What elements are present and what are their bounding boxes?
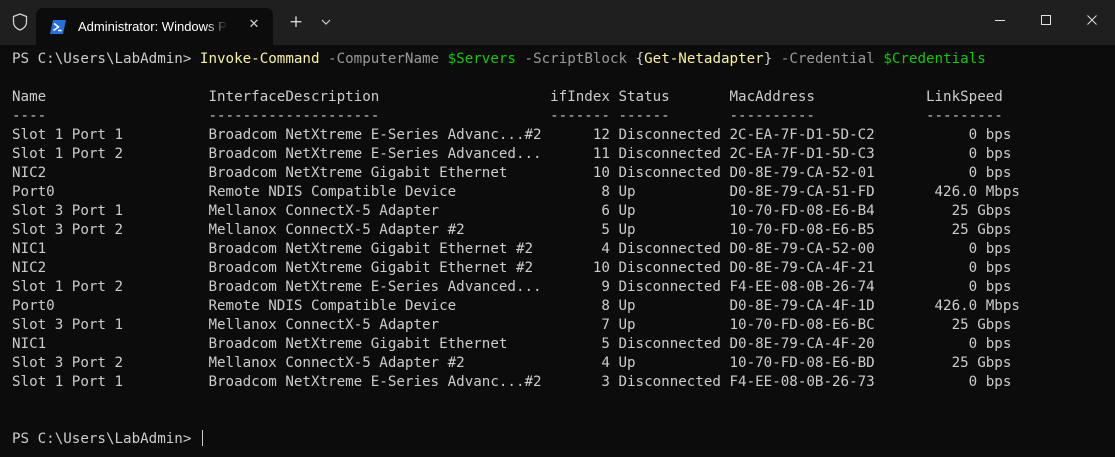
prompt: PS C:\Users\LabAdmin> bbox=[12, 51, 200, 67]
powershell-icon bbox=[50, 19, 66, 34]
close-window-button[interactable] bbox=[1069, 0, 1115, 40]
table-row: Slot 1 Port 2 Broadcom NetXtreme E-Serie… bbox=[12, 146, 1012, 162]
table-row: Port0 Remote NDIS Compatible Device 8 Up… bbox=[12, 298, 1020, 314]
table-separator: ---- -------------------- ------- ------… bbox=[12, 108, 1003, 124]
table-row: NIC2 Broadcom NetXtreme Gigabit Ethernet… bbox=[12, 165, 1012, 181]
cmdlet: Invoke-Command bbox=[199, 51, 320, 67]
tab-powershell[interactable]: Administrator: Windows PowerShell ✕ bbox=[36, 8, 273, 45]
tab-title: Administrator: Windows PowerShell bbox=[78, 19, 228, 34]
final-prompt-line[interactable]: PS C:\Users\LabAdmin> bbox=[12, 430, 1115, 449]
brace: } bbox=[763, 51, 773, 67]
parameter: -ScriptBlock bbox=[515, 51, 636, 67]
table-row: Port0 Remote NDIS Compatible Device 8 Up… bbox=[12, 184, 1020, 200]
title-bar[interactable]: Administrator: Windows PowerShell ✕ + bbox=[0, 0, 1115, 45]
terminal-window: Administrator: Windows PowerShell ✕ + PS… bbox=[0, 0, 1115, 457]
text-cursor bbox=[201, 430, 203, 446]
table-row: Slot 3 Port 1 Mellanox ConnectX-5 Adapte… bbox=[12, 203, 1012, 219]
brace: { bbox=[635, 51, 645, 67]
table-row: NIC1 Broadcom NetXtreme Gigabit Ethernet… bbox=[12, 241, 1012, 257]
table-header: Name InterfaceDescription ifIndex Status… bbox=[12, 89, 1003, 105]
chevron-down-icon[interactable] bbox=[316, 12, 336, 32]
maximize-button[interactable] bbox=[1023, 0, 1069, 40]
shield-icon bbox=[12, 13, 28, 31]
prompt: PS C:\Users\LabAdmin> bbox=[12, 431, 200, 447]
table-row: Slot 1 Port 1 Broadcom NetXtreme E-Serie… bbox=[12, 127, 1012, 143]
terminal-output[interactable]: PS C:\Users\LabAdmin> Invoke-Command -Co… bbox=[0, 45, 1115, 457]
table-row: Slot 1 Port 2 Broadcom NetXtreme E-Serie… bbox=[12, 279, 1012, 295]
maximize-icon bbox=[1041, 15, 1051, 25]
minimize-icon bbox=[995, 20, 1005, 21]
inner-cmdlet: Get-Netadapter bbox=[644, 51, 764, 67]
table-row: Slot 3 Port 1 Mellanox ConnectX-5 Adapte… bbox=[12, 317, 1012, 333]
parameter: -Credential bbox=[772, 51, 884, 67]
variable: $Servers bbox=[447, 51, 516, 67]
minimize-button[interactable] bbox=[977, 0, 1023, 40]
table-row: Slot 1 Port 1 Broadcom NetXtreme E-Serie… bbox=[12, 374, 1012, 390]
close-tab-icon[interactable]: ✕ bbox=[247, 18, 261, 32]
command-line: PS C:\Users\LabAdmin> Invoke-Command -Co… bbox=[12, 50, 1115, 69]
variable: $Credentials bbox=[883, 51, 986, 67]
table-row: Slot 3 Port 2 Mellanox ConnectX-5 Adapte… bbox=[12, 355, 1012, 371]
table-row: NIC1 Broadcom NetXtreme Gigabit Ethernet… bbox=[12, 336, 1012, 352]
new-tab-button[interactable]: + bbox=[286, 12, 306, 32]
table-row: NIC2 Broadcom NetXtreme Gigabit Ethernet… bbox=[12, 260, 1012, 276]
close-icon bbox=[1087, 15, 1097, 25]
table-row: Slot 3 Port 2 Mellanox ConnectX-5 Adapte… bbox=[12, 222, 1012, 238]
parameter: -ComputerName bbox=[319, 51, 448, 67]
